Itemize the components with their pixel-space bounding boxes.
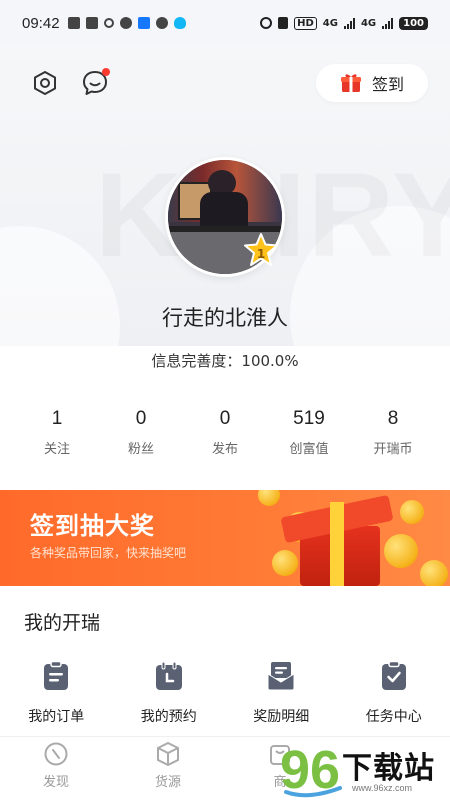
status-bar: 09:42 HD 4G 4G 100 [0,0,450,46]
stat-label: 粉丝 [127,442,154,457]
gift-ribbon-decoration [330,502,344,586]
quick-action-label: 任务中心 [365,709,422,725]
qq-icon [173,17,186,29]
mute-icon [278,17,289,29]
coin-decoration [400,500,424,524]
status-time: 09:42 [22,14,60,32]
banner-title: 签到抽大奖 [30,512,155,540]
network-label: 4G [322,17,338,29]
watermark-url: www.96xz.com [352,783,413,793]
alipay-icon [137,17,150,29]
discover-icon [44,742,68,766]
lottery-banner[interactable]: 签到抽大奖 各种奖品带回家，快来抽奖吧 [0,490,450,586]
alarm-icon [260,17,273,29]
stat-value: 8 [387,408,399,429]
stat-posts[interactable]: 0 发布 [183,408,267,457]
clipboard-icon [85,17,98,29]
tab-label: 货源 [154,775,181,790]
quick-actions: 我的订单 我的预约 奖励明细 任务中心 [0,660,450,726]
reward-details-button[interactable]: 奖励明细 [225,660,338,726]
box-icon [157,742,179,766]
task-center-button[interactable]: 任务中心 [338,660,450,726]
gallery-icon [67,17,80,29]
coin-decoration [384,534,418,568]
tab-supply[interactable]: 货源 [112,737,224,800]
stat-label: 关注 [43,442,70,457]
stat-value: 0 [219,408,231,429]
watermark-text: 下载站 [342,751,435,786]
settings-icon [34,71,56,95]
stat-label: 创富值 [289,442,329,457]
hd-label: HD [294,16,317,30]
chat-icon [119,17,132,29]
stat-value: 0 [135,408,147,429]
stat-wealth-points[interactable]: 519 创富值 [267,408,351,457]
quick-action-label: 我的订单 [28,709,85,725]
settings-button[interactable] [28,66,62,100]
coin-decoration [258,490,280,506]
completeness-value: 100.0% [241,352,299,370]
signal-icon-2 [382,17,394,29]
task-icon [381,660,406,690]
coin-decoration [420,560,448,586]
reward-icon [267,662,295,691]
coin-decoration [272,550,298,576]
signal-icon [343,17,355,29]
quick-action-label: 奖励明细 [253,709,310,725]
stat-value: 519 [293,408,325,429]
tab-discover[interactable]: 发现 [0,737,112,800]
stats-row: 1 关注 0 粉丝 0 发布 519 创富值 8 开瑞币 [15,408,435,457]
checkin-label: 签到 [371,75,404,94]
order-icon [44,660,69,690]
profile-completeness: 信息完善度：100.0% [0,350,450,371]
stat-coins[interactable]: 8 开瑞币 [351,408,435,457]
quick-action-label: 我的预约 [140,709,197,725]
stat-value: 1 [51,408,63,429]
usb-icon [103,18,114,28]
stat-following[interactable]: 1 关注 [15,408,99,457]
unread-dot [102,68,110,76]
completeness-label: 信息完善度： [151,352,242,370]
gift-icon [340,74,361,92]
stat-fans[interactable]: 0 粉丝 [99,408,183,457]
my-orders-button[interactable]: 我的订单 [0,660,113,726]
battery-indicator: 100 [399,16,428,30]
banner-subtitle: 各种奖品带回家，快来抽奖吧 [30,546,187,560]
checkin-button[interactable]: 签到 [316,64,428,102]
calendar-icon [155,661,182,690]
stat-label: 开瑞币 [373,442,413,457]
stat-label: 发布 [211,442,238,457]
section-title: 我的开瑞 [24,612,101,634]
messages-button[interactable] [78,66,112,100]
level-number: 1 [256,247,266,261]
tab-label: 发现 [42,775,69,790]
username: 行走的北淮人 [162,306,288,330]
compass-icon [155,17,168,29]
my-appointments-button[interactable]: 我的预约 [113,660,226,726]
network-label-2: 4G [360,17,377,29]
